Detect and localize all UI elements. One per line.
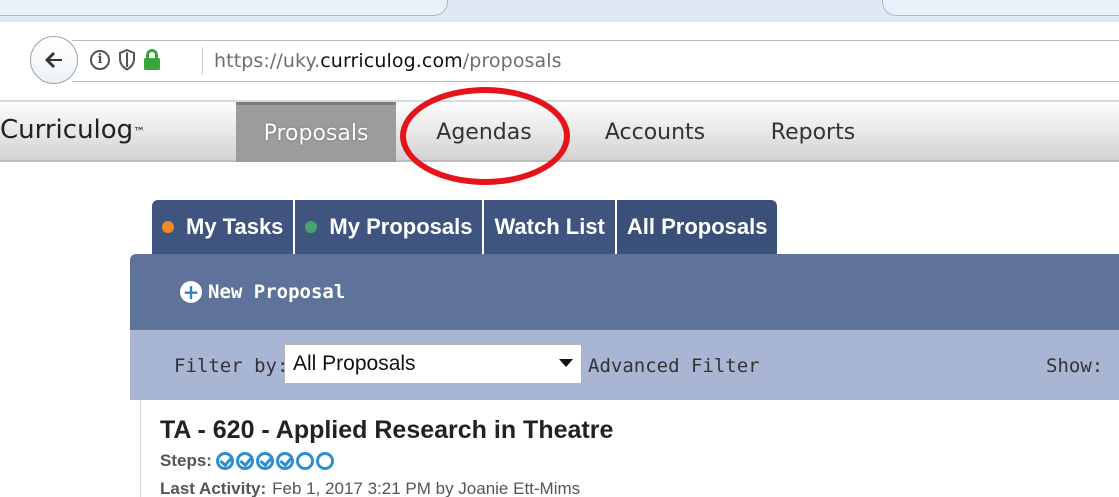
url-divider [202,47,203,75]
nav-tab-accounts[interactable]: Accounts [580,102,730,162]
browser-tabstrip [0,0,1119,22]
status-dot-icon [162,221,174,233]
app-logo[interactable]: Curriculog™ [0,115,145,145]
annotation-circle [400,87,570,185]
plus-icon: + [180,281,202,303]
step-check-icon [235,452,254,470]
dropdown-arrow-icon [559,359,573,367]
step-check-icon [255,452,274,470]
lock-icon[interactable] [142,48,162,72]
show-label: Show: [1046,355,1104,377]
advanced-filter-link[interactable]: Advanced Filter [588,355,760,377]
info-icon[interactable]: i [90,50,110,70]
browser-tab[interactable] [882,0,1119,16]
nav-tab-reports[interactable]: Reports [748,102,878,162]
subtab-label: My Proposals [329,214,473,239]
subtab-label: My Tasks [186,214,284,239]
subtab-my-proposals[interactable]: My Proposals [295,200,485,254]
back-button[interactable] [30,36,78,84]
steps-label: Steps: [160,451,212,470]
filter-selected-value: All Proposals [293,352,416,375]
subtab-watch-list[interactable]: Watch List [484,200,617,254]
subtab-label: Watch List [494,214,605,239]
new-proposal-label: New Proposal [208,281,346,303]
nav-tab-proposals[interactable]: Proposals [236,102,396,162]
subtab-all-proposals[interactable]: All Proposals [616,200,778,254]
browser-tab[interactable] [0,0,448,16]
steps-progress [215,452,336,470]
activity-value: Feb 1, 2017 3:21 PM by Joanie Ett-Mims [272,479,581,497]
new-proposal-button[interactable]: + New Proposal [180,281,345,303]
step-check-icon [215,452,234,470]
filter-label: Filter by: [174,355,289,377]
activity-label: Last Activity: [160,479,267,497]
proposal-last-activity: Last Activity: Feb 1, 2017 3:21 PM by Joa… [160,479,580,497]
url-text[interactable]: https://uky.curriculog.com/proposals [214,50,562,72]
step-pending-icon [295,452,314,470]
proposal-title[interactable]: TA - 620 - Applied Research in Theatre [160,416,613,445]
filter-select[interactable]: All Proposals [284,344,582,384]
status-dot-icon [305,221,318,233]
subtab-label: All Proposals [626,214,768,239]
step-check-icon [275,452,294,470]
shield-icon[interactable] [118,49,136,71]
proposal-subtabs: My Tasks My Proposals Watch List All Pro… [152,200,778,254]
proposal-steps: Steps: [160,451,336,471]
subtab-my-tasks[interactable]: My Tasks [152,200,296,254]
back-arrow-icon [45,52,62,68]
step-pending-icon [315,452,334,470]
